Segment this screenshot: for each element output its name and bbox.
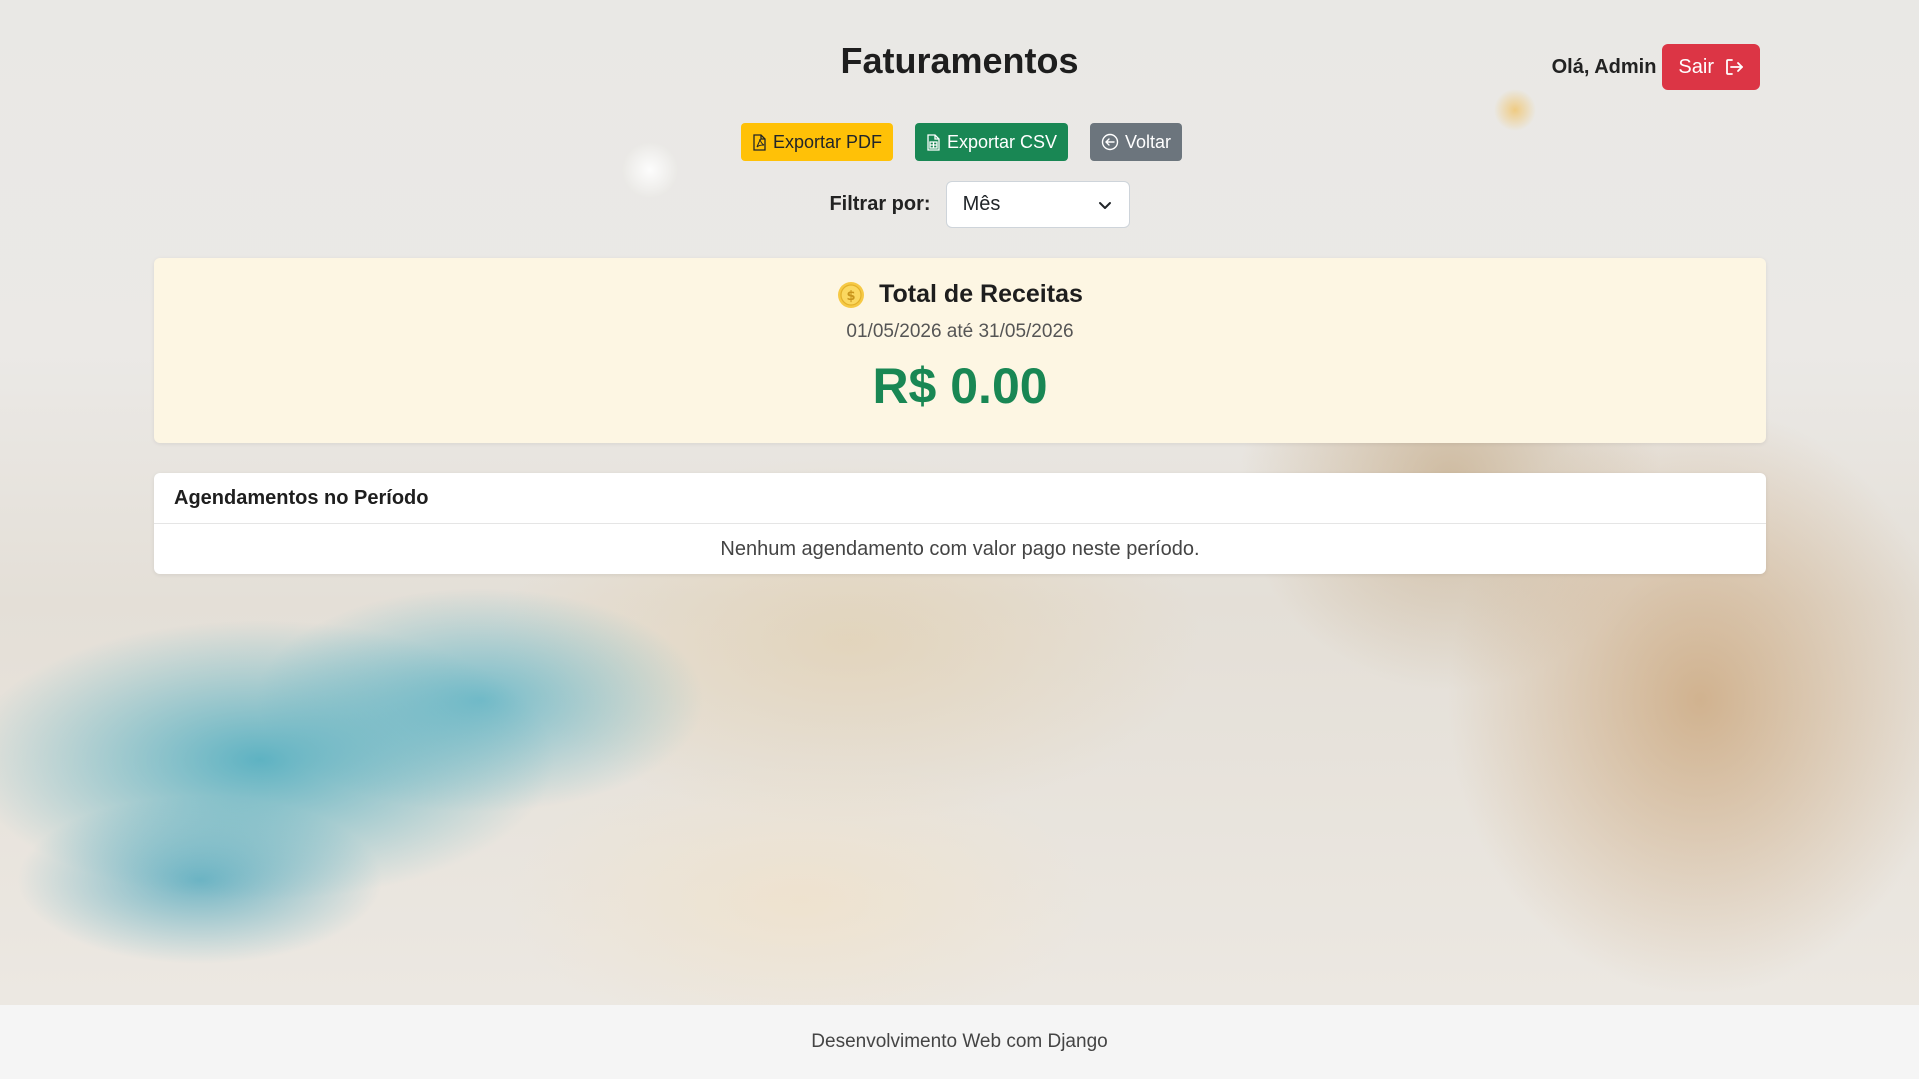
period-select-value: Mês: [962, 193, 1001, 215]
logout-icon: [1724, 57, 1744, 77]
export-csv-button[interactable]: Exportar CSV: [914, 123, 1069, 161]
total-revenue-value: R$ 0.00: [872, 358, 1048, 414]
file-spreadsheet-icon: [926, 133, 941, 151]
coin-icon: $: [837, 281, 865, 309]
back-button[interactable]: Voltar: [1090, 123, 1183, 161]
total-revenue-title: Total de Receitas: [879, 280, 1083, 308]
total-revenue-period: 01/05/2026 até 31/05/2026: [846, 321, 1074, 342]
footer: Desenvolvimento Web com Django: [0, 1005, 1919, 1079]
appointments-card: Agendamentos no Período Nenhum agendamen…: [154, 473, 1766, 574]
logout-label: Sair: [1678, 55, 1714, 78]
footer-text: Desenvolvimento Web com Django: [811, 1031, 1108, 1052]
file-pdf-icon: [752, 133, 767, 151]
user-greeting: Olá, Admin: [1551, 55, 1657, 78]
svg-text:$: $: [847, 289, 856, 304]
filter-row: Filtrar por: Mês: [0, 181, 1919, 228]
total-revenue-header: $ Total de Receitas: [154, 280, 1766, 309]
total-revenue-card: $ Total de Receitas 01/05/2026 até 31/05…: [154, 258, 1766, 443]
export-pdf-label: Exportar PDF: [772, 131, 882, 152]
period-select[interactable]: Mês: [945, 181, 1130, 228]
chevron-down-icon: [1097, 197, 1113, 213]
user-area: Olá, Admin Sair: [1552, 44, 1760, 90]
export-csv-label: Exportar CSV: [946, 131, 1058, 152]
appointments-title: Agendamentos no Período: [154, 473, 1766, 524]
export-pdf-button[interactable]: Exportar PDF: [740, 123, 893, 161]
back-label: Voltar: [1125, 131, 1172, 152]
appointments-empty-message: Nenhum agendamento com valor pago neste …: [720, 537, 1200, 560]
filter-label: Filtrar por:: [829, 193, 931, 215]
arrow-left-circle-icon: [1101, 133, 1119, 151]
toolbar: Exportar PDF Exportar CSV Voltar: [0, 123, 1919, 161]
logout-button[interactable]: Sair: [1662, 44, 1760, 90]
